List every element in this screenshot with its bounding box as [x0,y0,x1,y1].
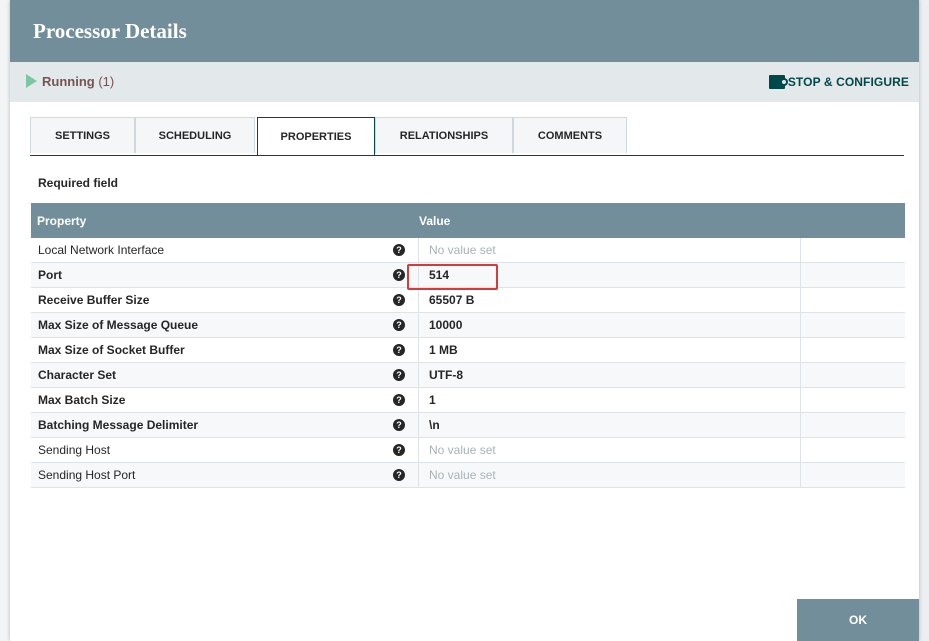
property-value[interactable]: 1 [418,388,801,412]
property-name: Sending Host Port [38,468,136,482]
tab-properties[interactable]: PROPERTIES [257,117,375,155]
property-name: Receive Buffer Size [38,293,150,307]
property-value[interactable]: 1 MB [418,338,801,362]
status-bar: Running (1) STOP & CONFIGURE [10,62,919,102]
column-header-value[interactable]: Value [419,214,450,228]
table-row[interactable]: Sending Host Port ? No value set [31,463,905,488]
question-circle-icon[interactable]: ? [393,294,405,306]
question-circle-icon[interactable]: ? [393,469,405,481]
stop-configure-button[interactable]: STOP & CONFIGURE [768,72,909,92]
ok-button[interactable]: OK [797,599,919,641]
required-field-label: Required field [38,176,119,190]
table-header: Property Value [31,203,905,238]
dialog-header: Processor Details [10,0,919,62]
background-right-strip [919,0,929,641]
property-name: Batching Message Delimiter [38,418,199,432]
property-value[interactable]: No value set [418,238,801,262]
property-name: Sending Host [38,443,111,457]
property-value[interactable]: No value set [418,463,801,487]
property-name: Port [38,268,62,282]
tab-scheduling[interactable]: SCHEDULING [135,117,255,153]
property-name: Max Size of Message Queue [38,318,199,332]
property-name: Max Size of Socket Buffer [38,343,185,357]
run-status: Running (1) [42,74,114,89]
dialog-title: Processor Details [33,19,187,43]
table-row[interactable]: Character Set ? UTF-8 [31,363,905,388]
question-circle-icon[interactable]: ? [393,319,405,331]
table-row[interactable]: Max Batch Size ? 1 [31,388,905,413]
question-circle-icon[interactable]: ? [393,344,405,356]
table-row[interactable]: Sending Host ? No value set [31,438,905,463]
question-circle-icon[interactable]: ? [393,444,405,456]
property-value[interactable]: No value set [418,438,801,462]
run-status-count: (1) [98,74,115,89]
tab-bar: SETTINGS SCHEDULING PROPERTIES RELATIONS… [30,117,904,156]
run-status-label: Running [42,74,95,89]
port-value-highlight [407,264,498,290]
question-circle-icon[interactable]: ? [393,394,405,406]
column-header-property[interactable]: Property [37,214,86,228]
properties-table: Property Value Local Network Interface ?… [31,203,905,488]
stop-configure-icon [768,75,788,89]
tab-settings[interactable]: SETTINGS [30,117,135,153]
question-circle-icon[interactable]: ? [393,244,405,256]
property-value[interactable]: \n [418,413,801,437]
play-triangle-icon [26,74,37,88]
question-circle-icon[interactable]: ? [393,369,405,381]
table-row[interactable]: Batching Message Delimiter ? \n [31,413,905,438]
property-value[interactable]: 10000 [418,313,801,337]
property-name: Max Batch Size [38,393,126,407]
property-name: Character Set [38,368,117,382]
question-circle-icon[interactable]: ? [393,269,405,281]
tab-comments[interactable]: COMMENTS [513,117,627,153]
property-value[interactable]: UTF-8 [418,363,801,387]
table-row[interactable]: Max Size of Message Queue ? 10000 [31,313,905,338]
property-value[interactable]: 65507 B [418,288,801,312]
stop-configure-label: STOP & CONFIGURE [787,75,909,89]
table-row[interactable]: Receive Buffer Size ? 65507 B [31,288,905,313]
table-row[interactable]: Max Size of Socket Buffer ? 1 MB [31,338,905,363]
tab-relationships[interactable]: RELATIONSHIPS [375,117,513,153]
question-circle-icon[interactable]: ? [393,419,405,431]
property-name: Local Network Interface [38,243,165,257]
table-row[interactable]: Local Network Interface ? No value set [31,238,905,263]
processor-details-dialog: Processor Details Running (1) STOP & CON… [10,0,919,641]
